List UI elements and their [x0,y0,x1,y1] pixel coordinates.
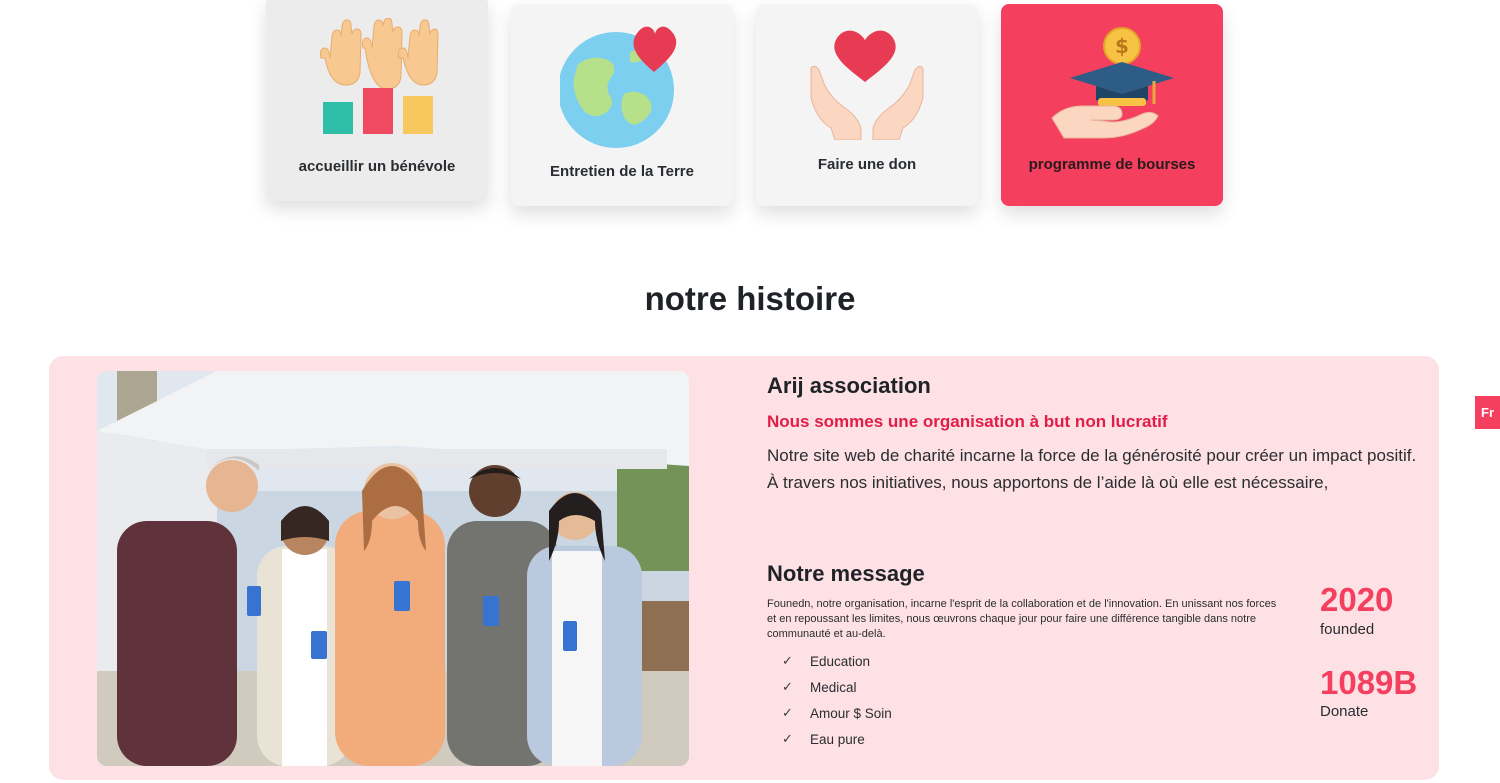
stat-donate-caption: Donate [1320,703,1369,720]
message-title: Notre message [767,561,925,586]
check-icon: ✓ [782,653,793,668]
list-item-label: Eau pure [810,731,865,747]
stat-founded-caption: founded [1320,621,1375,638]
stat-donate-value: 1089B [1320,664,1418,701]
section-title: notre histoire [644,280,856,317]
list-item-label: Amour $ Soin [810,705,892,721]
org-name: Arij association [767,373,931,398]
service-label: Entretien de la Terre [550,163,694,180]
service-label: Faire une don [817,156,917,173]
scholarship-hand-icon: $ [1051,27,1174,139]
service-card-earth[interactable]: Entretien de la Terre [511,4,733,206]
list-item: ✓ Amour $ Soin [782,700,892,726]
hands-heart-icon [810,30,924,140]
check-icon: ✓ [782,705,793,720]
intro-paragraph: Notre site web de charité incarne la for… [767,446,1417,492]
list-item-label: Medical [810,679,857,695]
list-item: ✓ Medical [782,674,892,700]
stat-founded-value: 2020 [1320,581,1394,618]
list-item: ✓ Eau pure [782,726,892,752]
org-tagline: Nous sommes une organisation à but non l… [767,412,1168,431]
service-label: accueillir un bénévole [298,158,456,175]
raised-hands-icon [320,18,439,134]
earth-heart-icon [560,26,677,148]
check-icon: ✓ [782,731,793,746]
language-button[interactable]: Fr [1475,396,1500,429]
values-checklist: ✓ Education ✓ Medical ✓ Amour $ Soin ✓ Eau p… [782,648,892,752]
service-card-donate[interactable]: Faire une don [756,4,978,206]
volunteers-photo [97,371,689,766]
list-item: ✓ Education [782,648,892,674]
service-card-scholarship[interactable]: $ programme de bourses [1001,4,1223,206]
service-label: programme de bourses [1028,156,1196,173]
message-paragraph: Founedn, notre organisation, incarne l'e… [767,598,1277,640]
list-item-label: Education [810,653,871,669]
service-card-volunteer[interactable]: accueillir un bénévole [266,0,488,201]
check-icon: ✓ [782,679,793,694]
svg-text:$: $ [1115,34,1129,58]
